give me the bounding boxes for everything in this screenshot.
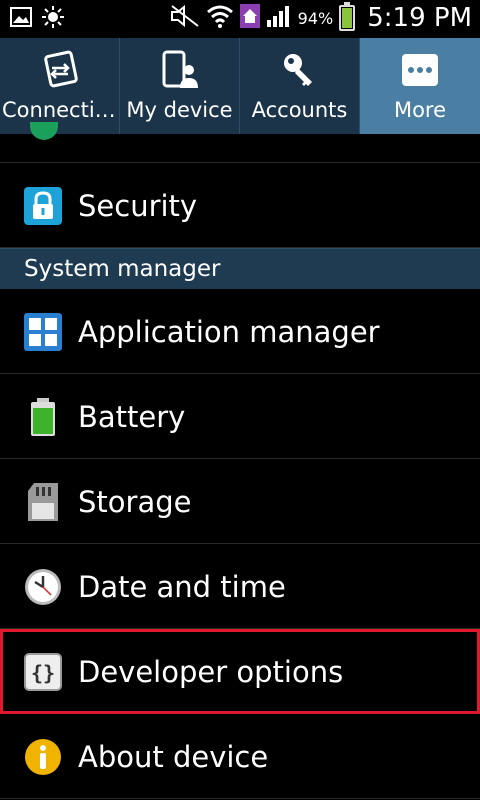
battery-label: Battery <box>78 400 186 434</box>
lock-icon <box>24 187 62 225</box>
section-header-system-manager: System manager <box>0 248 480 289</box>
tab-accounts-label: Accounts <box>251 98 348 122</box>
clock-icon <box>24 568 62 606</box>
list-item-security[interactable]: Security <box>0 163 480 248</box>
clock: 5:19 PM <box>367 3 472 33</box>
partial-item-icon <box>30 122 58 140</box>
tab-my-device[interactable]: My device <box>120 38 240 134</box>
wifi-icon <box>206 4 234 32</box>
connections-icon <box>38 50 82 90</box>
status-bar: 94% 5:19 PM <box>0 0 480 38</box>
developer-options-label: Developer options <box>78 655 344 689</box>
battery-percent: 94% <box>297 8 334 28</box>
settings-list: Security System manager Application mana… <box>0 122 480 799</box>
svg-text:{}: {} <box>31 661 55 685</box>
sd-card-icon <box>24 483 62 521</box>
battery-item-icon <box>24 398 62 436</box>
security-label: Security <box>78 189 198 223</box>
section-header-label: System manager <box>24 256 221 282</box>
key-icon <box>278 50 322 90</box>
settings-tab-bar: Connectio.. My device Accounts More <box>0 38 480 134</box>
application-manager-label: Application manager <box>78 315 380 349</box>
tab-accounts[interactable]: Accounts <box>240 38 360 134</box>
list-item-application-manager[interactable]: Application manager <box>0 289 480 374</box>
tab-connections[interactable]: Connectio.. <box>0 38 120 134</box>
list-item-about-device[interactable]: About device <box>0 714 480 799</box>
list-item-developer-options[interactable]: {} Developer options <box>0 629 480 714</box>
home-icon <box>239 4 260 32</box>
brightness-icon <box>42 6 64 32</box>
tab-more-label: More <box>393 98 447 122</box>
image-icon <box>10 7 32 31</box>
my-device-icon <box>158 50 202 90</box>
apps-grid-icon <box>24 313 62 351</box>
storage-label: Storage <box>78 485 192 519</box>
info-icon <box>24 738 62 776</box>
date-and-time-label: Date and time <box>78 570 286 604</box>
tab-more[interactable]: More <box>360 38 480 134</box>
list-item-storage[interactable]: Storage <box>0 459 480 544</box>
list-item-partial[interactable] <box>0 122 480 163</box>
battery-icon <box>339 2 356 31</box>
tab-my-device-label: My device <box>126 98 233 122</box>
list-item-battery[interactable]: Battery <box>0 374 480 459</box>
list-item-date-and-time[interactable]: Date and time <box>0 544 480 629</box>
signal-icon <box>266 4 292 32</box>
tab-connections-label: Connectio.. <box>2 98 119 122</box>
about-device-label: About device <box>78 740 269 774</box>
mute-icon <box>170 4 200 32</box>
more-icon <box>398 50 442 90</box>
braces-icon: {} <box>24 653 62 691</box>
